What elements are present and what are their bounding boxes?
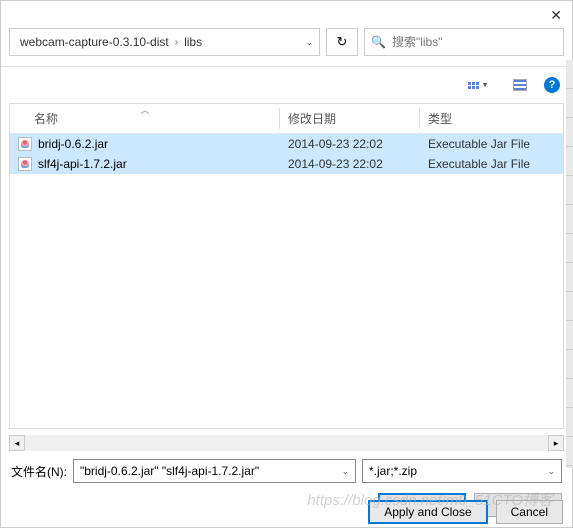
apply-close-button[interactable]: Apply and Close	[368, 500, 487, 524]
file-date: 2014-09-23 22:02	[280, 137, 420, 151]
chevron-down-icon: ▼	[482, 82, 489, 89]
scroll-right-button[interactable]: ▸	[548, 435, 564, 451]
column-date[interactable]: 修改日期	[280, 104, 420, 133]
file-name: bridj-0.6.2.jar	[38, 137, 108, 151]
refresh-icon: ↻	[337, 34, 348, 50]
chevron-down-icon: ⌄	[547, 466, 555, 477]
grid-icon	[468, 82, 479, 89]
chevron-right-icon: ›	[173, 37, 180, 48]
table-row[interactable]: slf4j-api-1.7.2.jar 2014-09-23 22:02 Exe…	[10, 154, 563, 174]
sort-arrow-icon: ︿	[140, 103, 149, 116]
file-name: slf4j-api-1.7.2.jar	[38, 157, 127, 171]
scrollbar[interactable]	[25, 435, 548, 451]
search-field[interactable]	[392, 35, 557, 49]
jar-icon	[18, 157, 32, 171]
view-details-button[interactable]	[502, 73, 538, 97]
table-row[interactable]: bridj-0.6.2.jar 2014-09-23 22:02 Executa…	[10, 134, 563, 154]
search-icon: 🔍	[371, 35, 386, 49]
filter-value: *.jar;*.zip	[369, 464, 417, 478]
scroll-left-button[interactable]: ◂	[9, 435, 25, 451]
filename-input[interactable]: ⌄	[73, 459, 356, 483]
filter-select[interactable]: *.jar;*.zip ⌄	[362, 459, 562, 483]
column-name[interactable]: ︿ 名称	[10, 104, 280, 133]
column-type[interactable]: 类型	[420, 104, 563, 133]
chevron-down-icon[interactable]: ⌄	[341, 466, 349, 477]
breadcrumb-item[interactable]: libs	[180, 35, 206, 49]
jar-icon	[18, 137, 32, 151]
breadcrumb[interactable]: webcam-capture-0.3.10-dist › libs ⌄	[9, 28, 320, 56]
file-type: Executable Jar File	[420, 157, 563, 171]
view-grid-button[interactable]: ▼	[460, 73, 496, 97]
file-type: Executable Jar File	[420, 137, 563, 151]
help-button[interactable]: ?	[544, 77, 560, 93]
search-input[interactable]: 🔍	[364, 28, 564, 56]
background-strip	[566, 60, 573, 468]
refresh-button[interactable]: ↻	[326, 28, 358, 56]
filename-field[interactable]	[80, 464, 341, 478]
list-icon	[513, 79, 527, 91]
column-headers: ︿ 名称 修改日期 类型	[10, 104, 563, 134]
breadcrumb-item[interactable]: webcam-capture-0.3.10-dist	[16, 35, 173, 49]
outer-cancel-button[interactable]: Cancel	[496, 500, 563, 524]
chevron-down-icon[interactable]: ⌄	[305, 37, 313, 48]
file-date: 2014-09-23 22:02	[280, 157, 420, 171]
close-icon[interactable]: ✕	[550, 7, 562, 24]
filename-label: 文件名(N):	[11, 463, 67, 480]
